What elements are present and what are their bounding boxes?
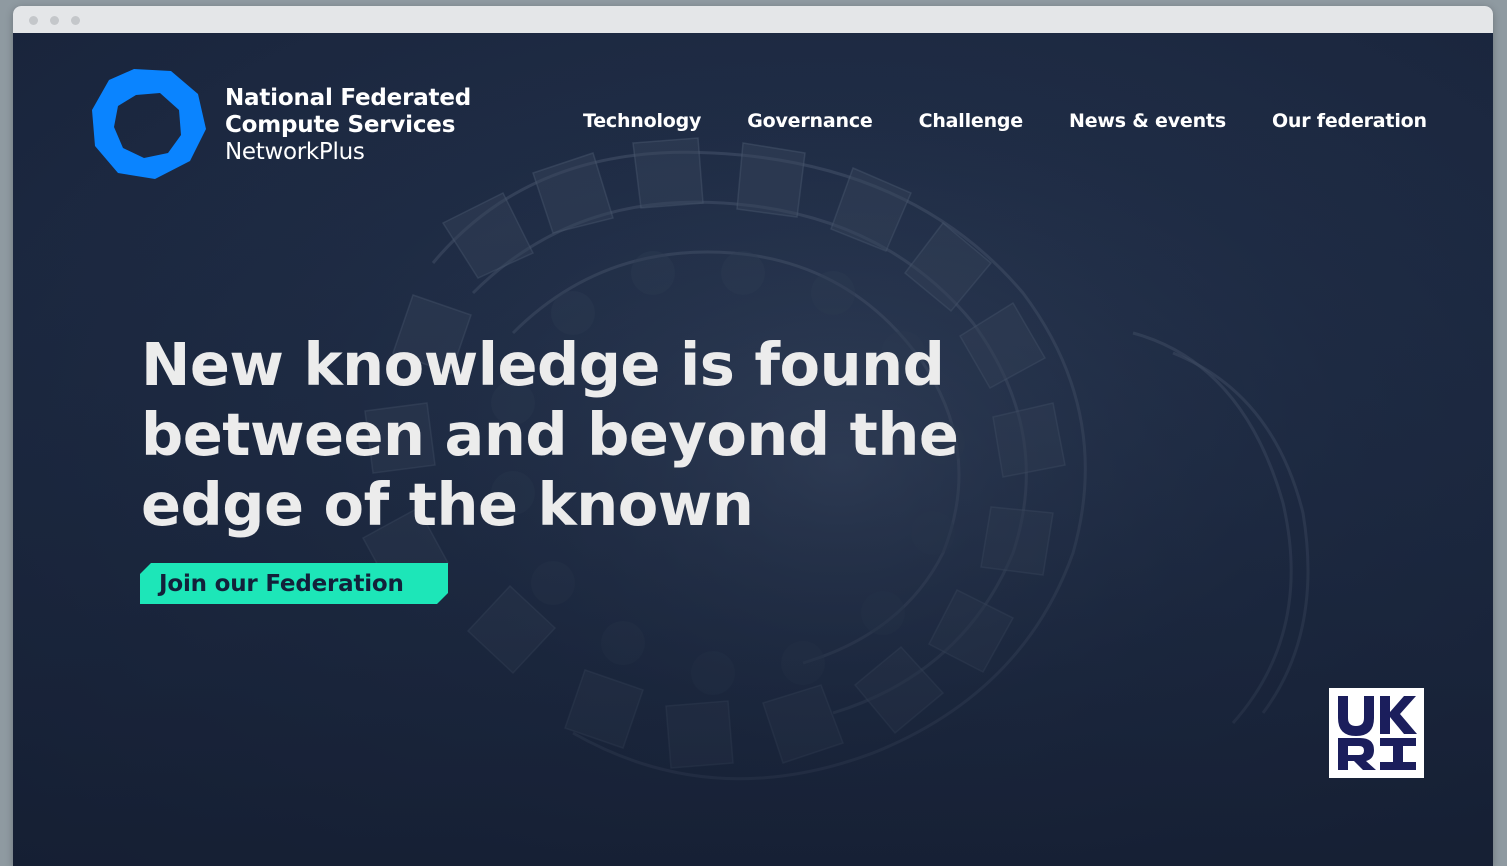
nav-item-technology[interactable]: Technology — [583, 110, 701, 132]
browser-window: National Federated Compute Services Netw… — [13, 6, 1493, 866]
page-viewport: National Federated Compute Services Netw… — [13, 33, 1493, 866]
window-control-dot[interactable] — [29, 16, 38, 25]
join-federation-button[interactable]: Join our Federation — [140, 563, 448, 604]
hero-headline-line-2: between and beyond the — [141, 400, 959, 469]
window-control-dot[interactable] — [71, 16, 80, 25]
brand-line-2: Compute Services — [225, 112, 456, 138]
nav-item-news-events[interactable]: News & events — [1069, 110, 1226, 132]
hero-headline-line-3: edge of the known — [141, 470, 754, 539]
brand-line-1: National Federated — [225, 85, 471, 111]
octagon-ring-logo-icon[interactable] — [89, 66, 209, 182]
nav-item-our-federation[interactable]: Our federation — [1272, 110, 1427, 132]
nav-item-challenge[interactable]: Challenge — [919, 110, 1024, 132]
nav-item-governance[interactable]: Governance — [747, 110, 873, 132]
ukri-logo-icon[interactable]: UKRI — [1329, 688, 1424, 778]
brand-line-3: NetworkPlus — [225, 139, 365, 165]
window-control-dot[interactable] — [50, 16, 59, 25]
browser-title-bar — [13, 6, 1493, 33]
brand-name[interactable]: National Federated Compute Services Netw… — [225, 85, 471, 166]
ukri-logo-mark — [1337, 696, 1417, 770]
hero-headline-line-1: New knowledge is found — [141, 330, 945, 399]
main-navigation: Technology Governance Challenge News & e… — [583, 110, 1427, 132]
hero-headline: New knowledge is found between and beyon… — [141, 330, 1001, 540]
